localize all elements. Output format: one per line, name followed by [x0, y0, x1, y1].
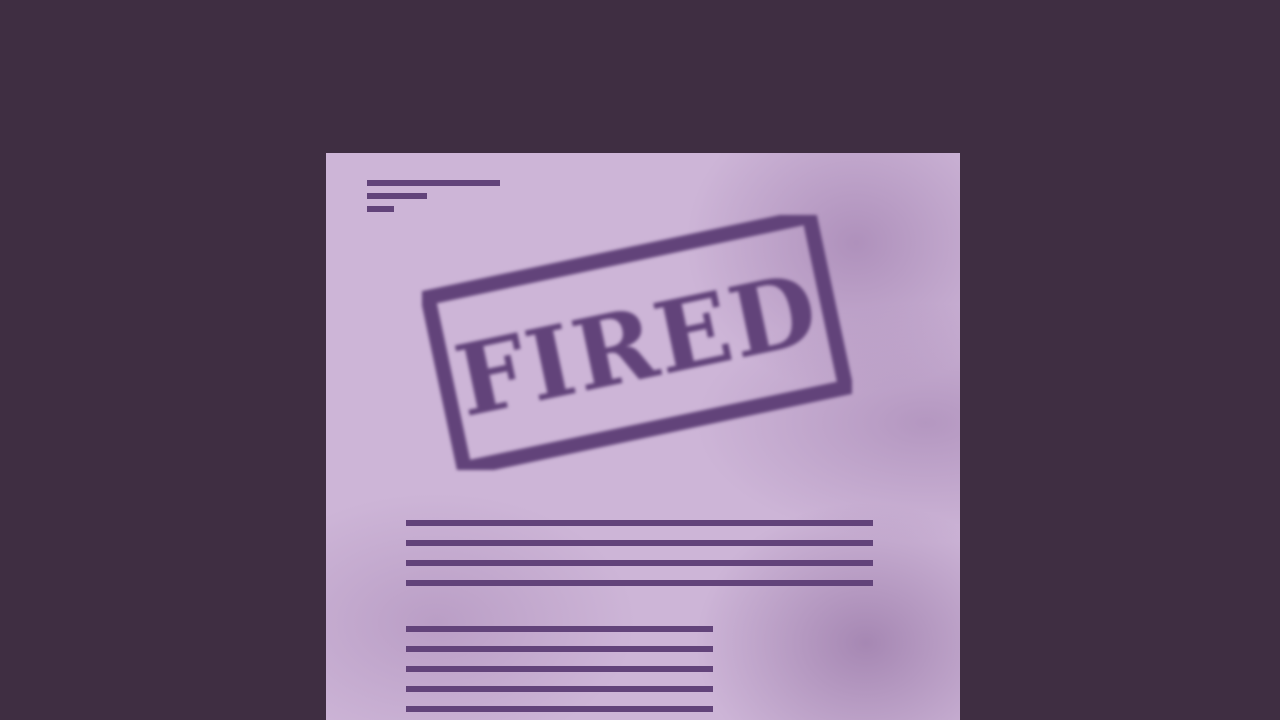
- document-paper: FIRED: [326, 153, 960, 720]
- text-line: [406, 666, 713, 672]
- text-line: [406, 706, 713, 712]
- text-line: [406, 520, 873, 526]
- header-line: [367, 193, 427, 199]
- scene: FIRED: [0, 0, 1280, 720]
- text-line: [406, 646, 713, 652]
- text-line: [406, 560, 873, 566]
- paragraph-two: [406, 626, 713, 716]
- fired-stamp: FIRED: [422, 215, 852, 470]
- paragraph-one: [406, 520, 873, 586]
- text-line: [406, 626, 713, 632]
- fired-stamp-graphic: FIRED: [422, 215, 852, 470]
- header-line: [367, 180, 500, 186]
- text-line: [406, 686, 713, 692]
- text-line: [406, 540, 873, 546]
- header-line: [367, 206, 394, 212]
- document-header-lines: [367, 180, 507, 216]
- text-line: [406, 580, 873, 586]
